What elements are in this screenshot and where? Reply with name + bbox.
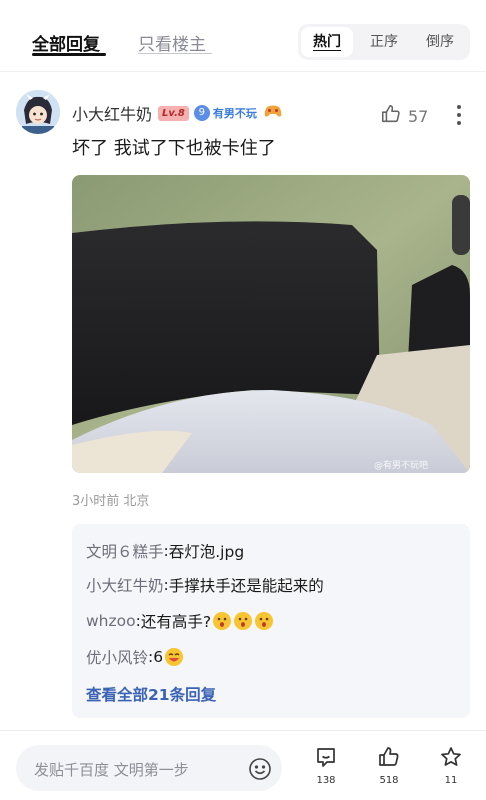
reply-input-placeholder: 发贴千百度 文明第一步 bbox=[34, 761, 189, 779]
reply-text: 手撑扶手还是能起来的 bbox=[168, 577, 324, 595]
comment-count: 138 bbox=[316, 775, 336, 786]
thumbs-up-icon bbox=[380, 103, 402, 129]
reply-author[interactable]: 小大红牛奶 bbox=[86, 574, 164, 596]
sub-reply[interactable]: 小大红牛奶: 手撑扶手还是能起来的 bbox=[86, 574, 324, 596]
tab-underline bbox=[138, 53, 212, 54]
tab-op-only[interactable]: 只看楼主 bbox=[138, 30, 206, 55]
emoji-picker-icon[interactable] bbox=[248, 757, 272, 785]
level-badge: Lv.8 bbox=[158, 105, 189, 121]
bottom-action-bar: 发贴千百度 文明第一步 138 518 11 bbox=[0, 730, 486, 800]
reply-text: 吞灯泡.jpg bbox=[168, 543, 245, 561]
comment-meta: 3小时前 北京 bbox=[72, 490, 149, 509]
star-icon bbox=[441, 747, 461, 766]
comment-text: 坏了 我试了下也被卡住了 bbox=[72, 138, 276, 159]
sub-replies-box: 文明６糕手: 吞灯泡.jpg 小大红牛奶: 手撑扶手还是能起来的 whzoo: 还有高… bbox=[72, 524, 470, 718]
game-controller-icon bbox=[263, 103, 283, 123]
reply-author[interactable]: 文明６糕手 bbox=[86, 540, 164, 562]
avatar[interactable] bbox=[16, 90, 60, 134]
author-name[interactable]: 小大红牛奶 bbox=[72, 101, 152, 125]
sub-reply[interactable]: 优小风铃:6 bbox=[86, 646, 184, 668]
fan-level-number: 9 bbox=[193, 105, 210, 121]
comment-author-row: 小大红牛奶 Lv.8 9 有男不玩 bbox=[72, 102, 283, 124]
laughing-face-icon bbox=[165, 648, 184, 666]
sub-reply[interactable]: 文明６糕手: 吞灯泡.jpg bbox=[86, 540, 244, 562]
fan-title: 有男不玩 bbox=[212, 107, 257, 120]
comment-like-button[interactable]: 57 bbox=[380, 103, 428, 129]
comments-button[interactable]: 138 bbox=[306, 745, 346, 786]
sort-hot-button[interactable]: 热门 bbox=[301, 27, 353, 57]
tab-all-replies[interactable]: 全部回复 bbox=[32, 30, 100, 55]
thumbs-up-icon bbox=[379, 747, 399, 766]
comment-like-count: 57 bbox=[408, 106, 429, 126]
comment-icon bbox=[317, 748, 335, 767]
reply-input[interactable]: 发贴千百度 文明第一步 bbox=[16, 745, 282, 791]
sort-desc-button[interactable]: 倒序 bbox=[414, 27, 466, 57]
image-watermark: @有男不玩吧 bbox=[374, 461, 429, 471]
reply-text: 还有高手? bbox=[140, 613, 212, 631]
fan-badge: 9 有男不玩 bbox=[193, 105, 257, 121]
comment-time: 3小时前 bbox=[72, 494, 120, 509]
active-tab-indicator bbox=[32, 53, 106, 56]
comment-image[interactable] bbox=[72, 175, 470, 473]
view-all-replies-link[interactable]: 查看全部21条回复 bbox=[86, 683, 216, 705]
reply-author[interactable]: whzoo bbox=[86, 612, 136, 630]
like-button[interactable]: 518 bbox=[369, 745, 409, 786]
sub-reply[interactable]: whzoo: 还有高手? bbox=[86, 610, 274, 632]
surprised-face-icon bbox=[255, 612, 274, 630]
reply-author[interactable]: 优小风铃 bbox=[86, 646, 148, 668]
more-options-icon[interactable] bbox=[456, 104, 462, 130]
sort-toggle: 热门 正序 倒序 bbox=[298, 24, 470, 60]
reply-tabs-bar: 全部回复 只看楼主 热门 正序 倒序 bbox=[0, 0, 486, 72]
favorite-count: 11 bbox=[444, 775, 458, 786]
comment-location: 北京 bbox=[123, 494, 150, 509]
favorite-button[interactable]: 11 bbox=[431, 745, 471, 786]
like-count: 518 bbox=[379, 775, 399, 786]
surprised-face-icon bbox=[213, 612, 232, 630]
surprised-face-icon bbox=[234, 612, 253, 630]
reply-text: 6 bbox=[153, 648, 164, 666]
sort-asc-button[interactable]: 正序 bbox=[358, 27, 410, 57]
